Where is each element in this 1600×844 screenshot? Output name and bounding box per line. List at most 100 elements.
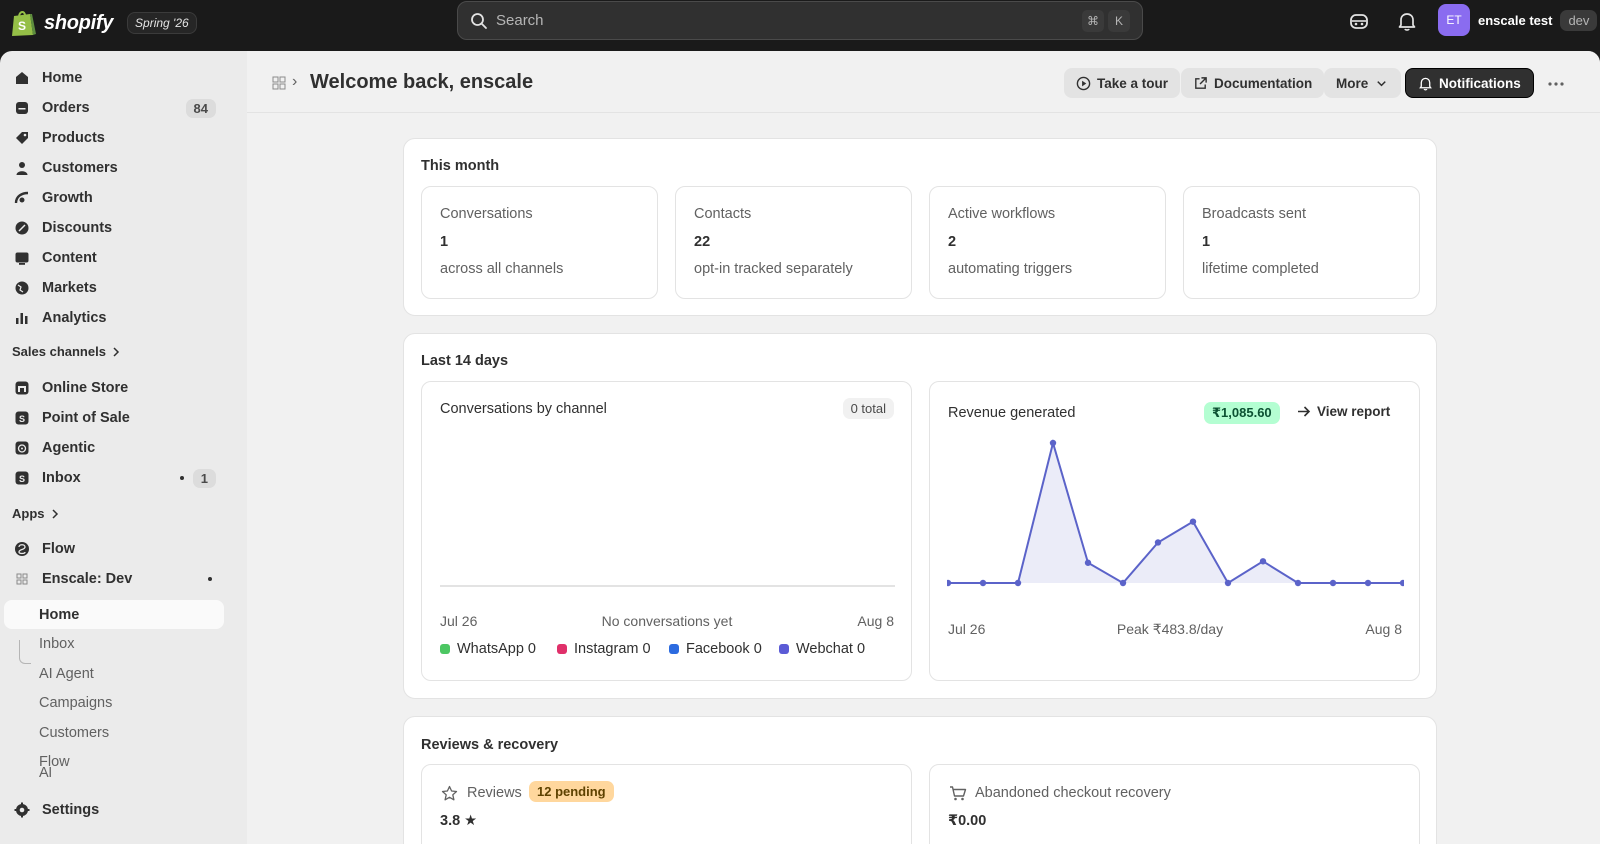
last-14-days-card: Last 14 days Conversations by channel 0 … [403,333,1437,699]
sidebar-item-orders[interactable]: Orders 84 [8,94,224,122]
subnav-inbox[interactable]: Inbox [4,629,224,658]
revenue-point-jul-31[interactable] [1119,579,1127,587]
stat-label: Conversations [440,206,533,222]
app-grid-icon[interactable] [272,76,286,90]
more-button[interactable]: More [1324,68,1402,98]
stat-card-broadcasts-sent[interactable]: Broadcasts sent 1 lifetime completed [1183,186,1420,299]
revenue-point-aug-6[interactable] [1329,579,1337,587]
stat-card-contacts[interactable]: Contacts 22 opt-in tracked separately [675,186,912,299]
sidebar-item-products[interactable]: Products [8,124,224,152]
sales-channels-header[interactable]: Sales channels [12,344,120,359]
sidebar-item-label: Discounts [42,220,113,236]
revenue-point-jul-27[interactable] [979,579,987,587]
sidebar-item-label: Products [42,130,105,146]
unread-dot [180,476,184,480]
search-input[interactable]: Search ⌘ K [457,1,1143,40]
rating-value: 3.8 ★ [440,813,478,829]
subnav-campaigns[interactable]: Campaigns [4,688,224,717]
sidebar-item-customers[interactable]: Customers [8,154,224,182]
account-menu[interactable]: ET enscale test dev [1438,4,1598,36]
revenue-point-aug-7[interactable] [1364,579,1372,587]
home-icon [16,72,28,84]
sidebar-item-label: Settings [42,802,100,818]
stat-card-active-workflows[interactable]: Active workflows 2 automating triggers [929,186,1166,299]
app-grid-icon [16,573,28,585]
sidebar-item-settings[interactable]: Settings [8,796,224,824]
sidebar-item-analytics[interactable]: Analytics [8,304,224,332]
stat-value: 2 [948,234,957,250]
star-icon [441,785,458,801]
revenue-point-aug-4[interactable] [1259,558,1267,565]
subnav-customers[interactable]: Customers [4,718,224,747]
sidebar-item-growth[interactable]: Growth [8,184,224,212]
gear-icon [14,802,30,818]
reviews-recovery-title: Reviews & recovery [421,737,559,753]
bar-chart-icon [16,313,28,324]
cart-icon [950,786,967,801]
notifications-button[interactable]: Notifications [1405,68,1534,98]
search-icon [471,12,487,29]
last-14-days-title: Last 14 days [421,353,509,369]
take-a-tour-button[interactable]: Take a tour [1064,68,1181,98]
arrow-right-icon [1298,406,1311,417]
sidebar-item-content[interactable]: Content [8,244,224,272]
revenue-point-jul-30[interactable] [1084,559,1092,566]
bell-icon [1419,77,1432,90]
legend-whatsapp: WhatsApp 0 [440,641,536,657]
sidebar-item-label: Home [42,70,83,86]
revenue-point-aug-3[interactable] [1224,579,1232,587]
webchat-swatch [779,644,789,654]
x-end-label: Aug 8 [1365,621,1402,637]
total-badge: 0 total [842,398,894,419]
view-report-link[interactable]: View report [1296,404,1390,419]
subnav-home[interactable]: Home [4,600,224,629]
sidebar-item-point-of-sale[interactable]: S Point of Sale [8,404,224,432]
revenue-point-jul-26[interactable] [947,579,952,587]
sidebar-item-label: Point of Sale [42,410,130,426]
bell-icon[interactable] [1396,10,1418,32]
sidebar-item-inbox[interactable]: S Inbox 1 [8,464,224,492]
sidebar-item-markets[interactable]: Markets [8,274,224,302]
more-actions-icon[interactable] [1547,75,1565,93]
sidebar-item-enscale-dev[interactable]: Enscale: Dev [8,565,224,593]
stat-value: 22 [694,234,711,250]
discount-icon [15,221,29,235]
edition-badge: Spring '26 [127,12,197,34]
sales-channels-label: Sales channels [12,344,106,359]
revenue-point-aug-5[interactable] [1294,579,1302,587]
shopify-bag-icon: S [12,11,36,36]
apps-header[interactable]: Apps [12,506,59,521]
x-start-label: Jul 26 [440,613,478,629]
documentation-button[interactable]: Documentation [1181,68,1325,98]
subnav-ai-agent[interactable]: AI Agent [4,659,224,688]
subnav-partial[interactable]: Al [4,767,224,781]
sidebar-item-label: Growth [42,190,93,206]
sidebar-item-flow[interactable]: Flow [8,535,224,563]
sidebar-item-discounts[interactable]: Discounts [8,214,224,242]
revenue-point-aug-1[interactable] [1154,539,1162,546]
revenue-point-jul-28[interactable] [1014,579,1022,587]
assistant-icon[interactable] [1348,10,1370,32]
legend-label: Facebook 0 [686,641,762,657]
stat-sub: lifetime completed [1202,261,1319,277]
stat-card-conversations[interactable]: Conversations 1 across all channels [421,186,658,299]
revenue-generated-panel: Revenue generated ₹1,085.60 View report … [929,381,1420,681]
sidebar-item-agentic[interactable]: Agentic [8,434,224,462]
apps-label: Apps [12,506,45,521]
sidebar-item-label: Analytics [42,310,107,326]
reviews-recovery-card: Reviews & recovery Reviews 12 pending 3.… [403,716,1437,844]
stat-label: Active workflows [948,206,1056,222]
legend-label: Webchat 0 [796,641,866,657]
abandoned-checkout-panel[interactable]: Abandoned checkout recovery ₹0.00 [929,764,1420,844]
orders-icon [16,102,28,114]
sidebar-item-online-store[interactable]: Online Store [8,374,224,402]
sidebar-item-home[interactable]: Home [8,64,224,92]
revenue-point-aug-8[interactable] [1399,579,1404,587]
revenue-point-jul-29[interactable] [1049,439,1057,447]
empty-state-text: No conversations yet [601,613,733,629]
brand[interactable]: S shopify Spring '26 [10,8,197,38]
x-start-label: Jul 26 [948,621,986,637]
revenue-point-aug-2[interactable] [1189,518,1197,525]
reviews-panel[interactable]: Reviews 12 pending 3.8 ★ [421,764,912,844]
sidebar-item-label: Inbox [42,470,81,486]
